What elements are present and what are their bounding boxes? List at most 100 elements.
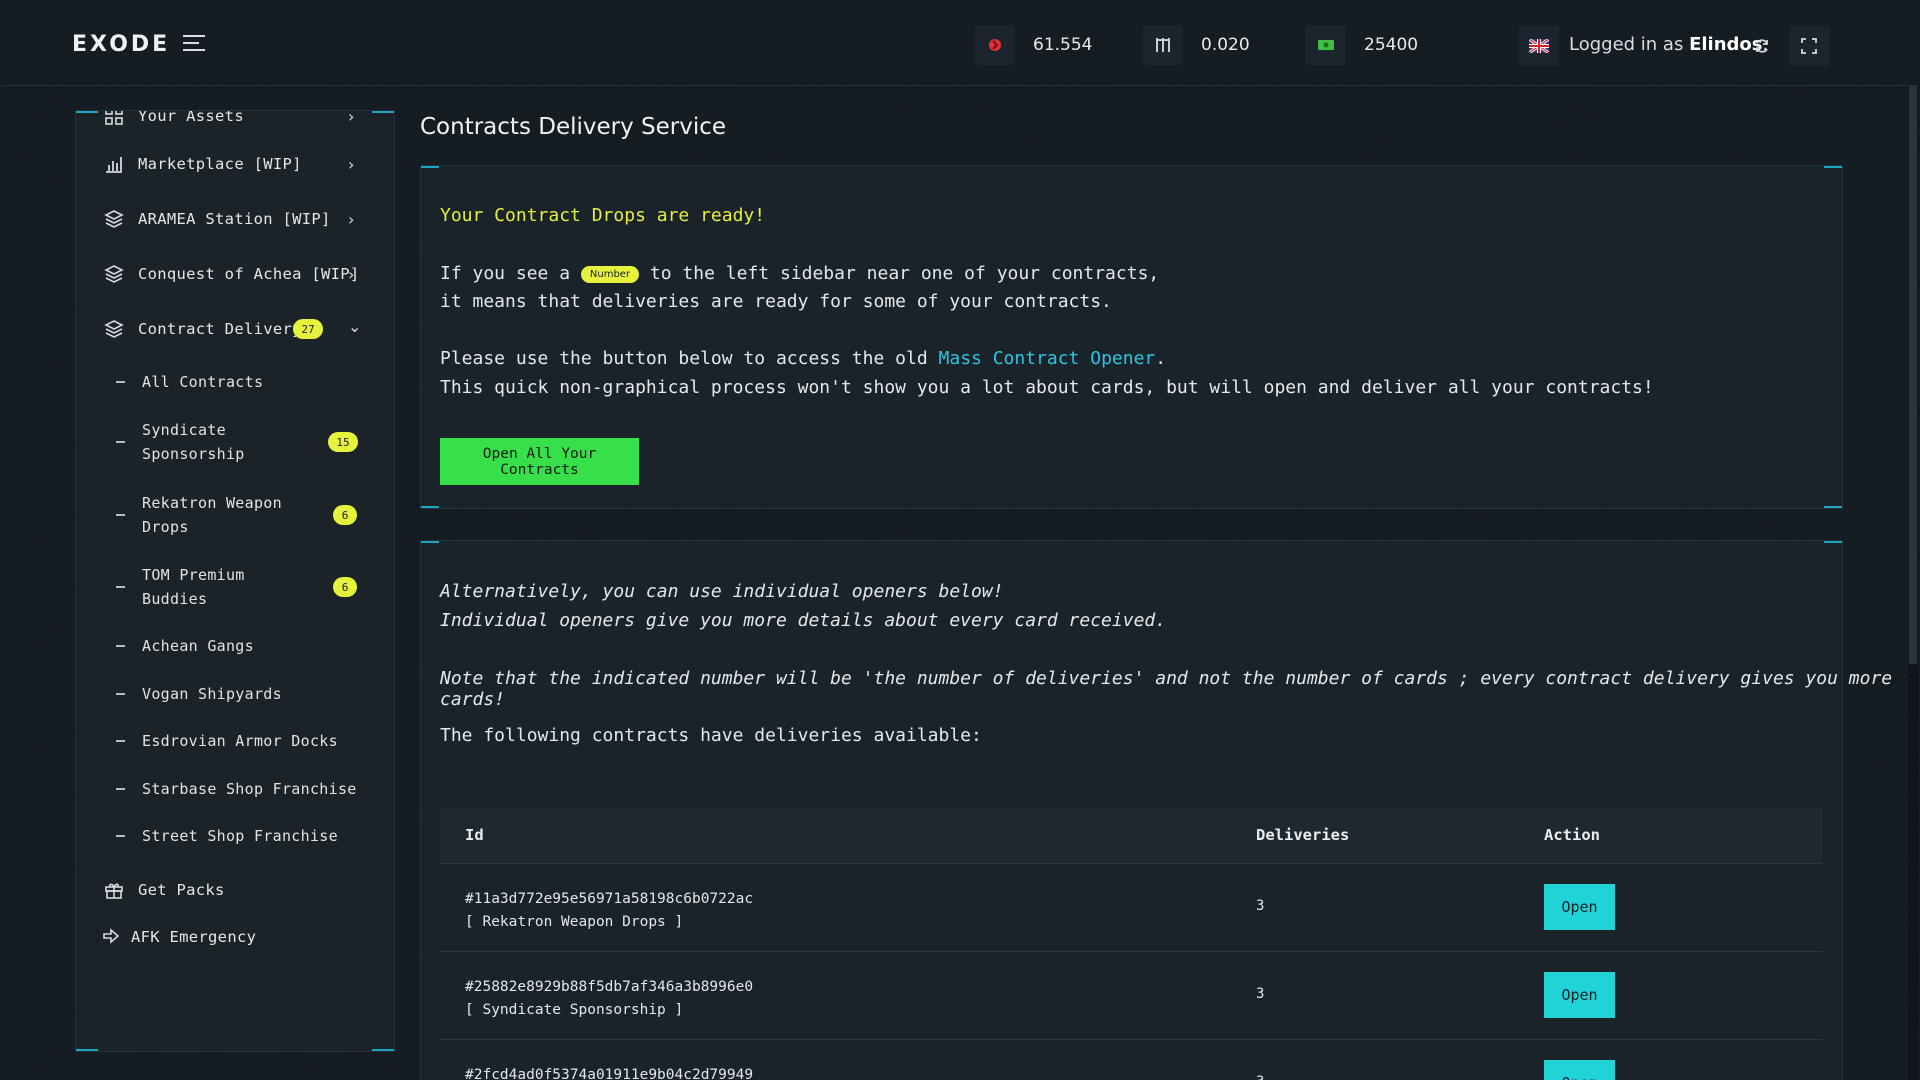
sidebar-item-afk-emergency[interactable]: AFK Emergency bbox=[76, 917, 394, 957]
dash-icon bbox=[116, 788, 125, 790]
dash-icon bbox=[116, 693, 125, 695]
hamburger-menu-icon[interactable] bbox=[183, 35, 205, 53]
info-line-2: it means that deliveries are ready for s… bbox=[440, 291, 1112, 312]
sidebar-sub-rekatron-weapon-drops[interactable]: Rekatron Weapon Drops 6 bbox=[76, 490, 394, 540]
dash-icon bbox=[116, 514, 125, 516]
ready-message: Your Contract Drops are ready! bbox=[440, 205, 766, 226]
gift-icon bbox=[104, 880, 124, 900]
grid-icon bbox=[104, 111, 124, 126]
corner-accent bbox=[76, 1049, 98, 1051]
table-row: #25882e8929b88f5db7af346a3b8996e0 [ Synd… bbox=[440, 952, 1822, 1040]
sidebar-item-marketplace[interactable]: Marketplace [WIP] › bbox=[76, 144, 394, 184]
sidebar-sub-vogan-shipyards[interactable]: Vogan Shipyards bbox=[76, 677, 394, 711]
dash-icon bbox=[116, 586, 125, 588]
open-button[interactable]: Open bbox=[1544, 1060, 1615, 1080]
contracts-table: Id Deliveries Action #11a3d772e95e56971a… bbox=[440, 808, 1822, 1080]
number-pill-example: Number bbox=[580, 265, 640, 283]
chevron-right-icon: › bbox=[348, 110, 355, 126]
exode-logo[interactable]: EXODE bbox=[72, 32, 170, 57]
page-scrollbar[interactable] bbox=[1908, 86, 1918, 1080]
contract-name: [ Syndicate Sponsorship ] bbox=[465, 1002, 684, 1018]
dash-icon bbox=[116, 441, 125, 443]
layers-icon bbox=[104, 209, 124, 229]
info-text: Please use the button below to access th… bbox=[440, 348, 928, 369]
sidebar-sub-syndicate-sponsorship[interactable]: Syndicate Sponsorship 15 bbox=[76, 417, 394, 467]
layers-icon bbox=[104, 319, 124, 339]
sidebar-sub-starbase-shop-franchise[interactable]: Starbase Shop Franchise bbox=[76, 772, 394, 806]
deliveries-count: 3 bbox=[1256, 1074, 1264, 1080]
sidebar-sub-label: Starbase Shop Franchise bbox=[142, 780, 357, 798]
corner-accent bbox=[1824, 541, 1842, 543]
scrollbar-thumb[interactable] bbox=[1909, 86, 1917, 664]
cash-icon bbox=[1306, 25, 1346, 65]
stat-value: 61.554 bbox=[1033, 35, 1093, 55]
dash-icon bbox=[116, 835, 125, 837]
open-all-contracts-button[interactable]: Open All Your Contracts bbox=[440, 438, 639, 485]
corner-accent bbox=[421, 166, 439, 168]
contract-count-badge: 27 bbox=[293, 319, 323, 339]
chevron-right-icon: › bbox=[348, 154, 355, 174]
contract-count-badge: 15 bbox=[328, 432, 358, 452]
corner-accent bbox=[1824, 506, 1842, 508]
following-text: The following contracts have deliveries … bbox=[440, 725, 982, 746]
sidebar-item-your-assets[interactable]: Your Assets › bbox=[76, 110, 394, 136]
info-line-1: If you see a Number to the left sidebar … bbox=[440, 263, 1159, 284]
corner-accent bbox=[1824, 166, 1842, 168]
sidebar-sub-label: Achean Gangs bbox=[142, 637, 254, 655]
dash-icon bbox=[116, 381, 125, 383]
info-text: If you see a bbox=[440, 263, 571, 284]
bar-chart-icon bbox=[104, 154, 124, 174]
layers-icon bbox=[104, 264, 124, 284]
info-line-3: Please use the button below to access th… bbox=[440, 348, 1166, 369]
login-prefix: Logged in as bbox=[1569, 34, 1684, 55]
column-header-action: Action bbox=[1544, 826, 1600, 844]
stat-value: 25400 bbox=[1364, 35, 1419, 55]
contract-id-cell: #2fcd4ad0f5374a01911e9b04c2d79949 bbox=[465, 1064, 753, 1080]
sidebar-sub-street-shop-franchise[interactable]: Street Shop Franchise bbox=[76, 819, 394, 853]
sidebar-item-label: Your Assets bbox=[138, 110, 244, 125]
stat-cash: 25400 bbox=[1306, 25, 1418, 65]
contract-id-cell: #11a3d772e95e56971a58198c6b0722ac [ Reka… bbox=[465, 888, 753, 934]
sidebar-sub-tom-premium-buddies[interactable]: TOM Premium Buddies 6 bbox=[76, 562, 394, 612]
contract-count-badge: 6 bbox=[333, 577, 357, 597]
sidebar-item-label: Contract Delivery bbox=[138, 320, 302, 338]
contract-id: #25882e8929b88f5db7af346a3b8996e0 bbox=[465, 979, 754, 995]
sidebar-sub-esdrovian-armor-docks[interactable]: Esdrovian Armor Docks bbox=[76, 724, 394, 758]
open-button[interactable]: Open bbox=[1544, 884, 1615, 930]
deliveries-count: 3 bbox=[1256, 898, 1265, 914]
sidebar-sub-label: Street Shop Franchise bbox=[142, 827, 338, 845]
sidebar-item-label: ARAMEA Station [WIP] bbox=[138, 210, 331, 228]
contract-id: #2fcd4ad0f5374a01911e9b04c2d79949 bbox=[465, 1067, 754, 1080]
alt-line-2: Individual openers give you more details… bbox=[440, 610, 1167, 631]
arrow-right-icon bbox=[102, 927, 122, 947]
sidebar-item-aramea-station[interactable]: ARAMEA Station [WIP] › bbox=[76, 199, 394, 239]
sidebar-item-label: Conquest of Achea [WIP] bbox=[138, 265, 360, 283]
contract-id: #11a3d772e95e56971a58198c6b0722ac bbox=[465, 891, 754, 907]
sidebar-item-contract-delivery[interactable]: Contract Delivery 27 ⌄ bbox=[76, 309, 394, 349]
sidebar: Your Assets › Marketplace [WIP] › ARAMEA… bbox=[75, 110, 395, 1052]
sidebar-item-get-packs[interactable]: Get Packs bbox=[76, 870, 394, 910]
refresh-icon[interactable] bbox=[1742, 26, 1782, 66]
table-header: Id Deliveries Action bbox=[440, 808, 1822, 864]
chevron-right-icon: › bbox=[348, 264, 355, 284]
sidebar-item-conquest-of-achea[interactable]: Conquest of Achea [WIP] › bbox=[76, 254, 394, 294]
open-button[interactable]: Open bbox=[1544, 972, 1615, 1018]
fullscreen-icon[interactable] bbox=[1789, 26, 1829, 66]
sidebar-sub-label: Syndicate Sponsorship bbox=[142, 421, 245, 463]
dash-icon bbox=[116, 740, 125, 742]
contract-id-cell: #25882e8929b88f5db7af346a3b8996e0 [ Synd… bbox=[465, 976, 753, 1022]
chevron-right-icon: › bbox=[348, 209, 355, 229]
sidebar-sub-achean-gangs[interactable]: Achean Gangs bbox=[76, 629, 394, 663]
corner-accent bbox=[421, 506, 439, 508]
sidebar-sub-all-contracts[interactable]: All Contracts bbox=[76, 365, 394, 399]
mass-contract-opener-link[interactable]: Mass Contract Opener bbox=[939, 348, 1156, 369]
login-status: Logged in as Elindos. bbox=[1569, 34, 1768, 55]
stat-value: 0.020 bbox=[1201, 35, 1250, 55]
uk-flag-icon[interactable] bbox=[1519, 26, 1559, 66]
sidebar-sub-label: All Contracts bbox=[142, 373, 264, 391]
sidebar-item-label: Get Packs bbox=[138, 881, 225, 899]
alt-line-1: Alternatively, you can use individual op… bbox=[440, 581, 1004, 602]
sidebar-sub-label: Vogan Shipyards bbox=[142, 685, 282, 703]
table-row: #2fcd4ad0f5374a01911e9b04c2d79949 3 Open bbox=[440, 1040, 1822, 1080]
contract-name: [ Rekatron Weapon Drops ] bbox=[465, 914, 684, 930]
